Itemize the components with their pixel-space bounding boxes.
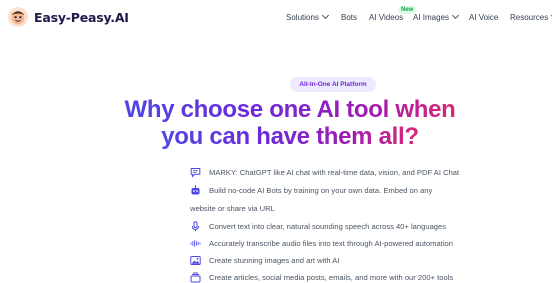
feature-item-transcribe: Accurately transcribe audio files into t… — [190, 237, 453, 250]
feature-text: Create stunning images and art with AI — [209, 256, 340, 265]
feature-text: Convert text into clear, natural soundin… — [209, 222, 447, 231]
nav-item-label: Resources — [510, 13, 549, 22]
nav-item-label: AI Images — [413, 13, 450, 22]
feature-text: Accurately transcribe audio files into t… — [209, 239, 453, 248]
new-badge: New — [398, 6, 417, 14]
nav-item-bots[interactable]: Bots — [341, 13, 357, 23]
image-icon — [190, 255, 201, 266]
nav-item-ai-images[interactable]: AI Images — [413, 11, 460, 23]
nav-item-label: AI Voice — [469, 13, 499, 22]
nav-item-label: Solutions — [286, 13, 319, 22]
nav-item-label: AI Videos — [369, 13, 404, 22]
hero-headline-line1: Why choose one AI tool when — [124, 96, 456, 123]
microphone-icon — [190, 221, 201, 232]
chat-bubble-icon — [190, 167, 201, 178]
feature-text: Create articles, social media posts, ema… — [209, 273, 454, 282]
waveform-icon — [190, 238, 201, 249]
feature-item-writing: Create articles, social media posts, ema… — [190, 271, 453, 283]
feature-item-images: Create stunning images and art with AI — [190, 254, 339, 267]
hero-headline-line2: you can have them all? — [161, 123, 419, 150]
feature-item-bots: Build no-code AI Bots by training on you… — [190, 184, 432, 197]
robot-icon — [190, 185, 201, 196]
feature-item-chat: MARKY: ChatGPT like AI chat with real-ti… — [190, 166, 459, 179]
nav-item-resources[interactable]: Resources — [510, 11, 552, 23]
top-navigation: Easy-Peasy.AI Solutions Bots AI Videos A… — [0, 0, 552, 36]
hero-headline: Why choose one AI tool when you can have… — [120, 96, 460, 150]
nav-item-solutions[interactable]: Solutions — [286, 11, 329, 23]
nav-item-ai-voice[interactable]: AI Voice — [469, 13, 498, 23]
document-stack-icon — [190, 272, 201, 283]
chevron-down-icon — [321, 11, 329, 20]
nav-item-label: Bots — [341, 13, 358, 22]
nav-item-ai-videos[interactable]: AI Videos — [369, 13, 403, 23]
feature-item-voice: Convert text into clear, natural soundin… — [190, 220, 446, 233]
feature-text: Build no-code AI Bots by training on you… — [209, 186, 433, 195]
chevron-down-icon — [451, 11, 460, 20]
feature-text-continuation: website or share via URL — [190, 204, 275, 213]
feature-text: MARKY: ChatGPT like AI chat with real-ti… — [209, 168, 460, 177]
nav-menu: Solutions Bots AI Videos AI Images AI Vo… — [0, 11, 552, 25]
platform-pill: All-In-One AI Platform — [290, 77, 376, 92]
